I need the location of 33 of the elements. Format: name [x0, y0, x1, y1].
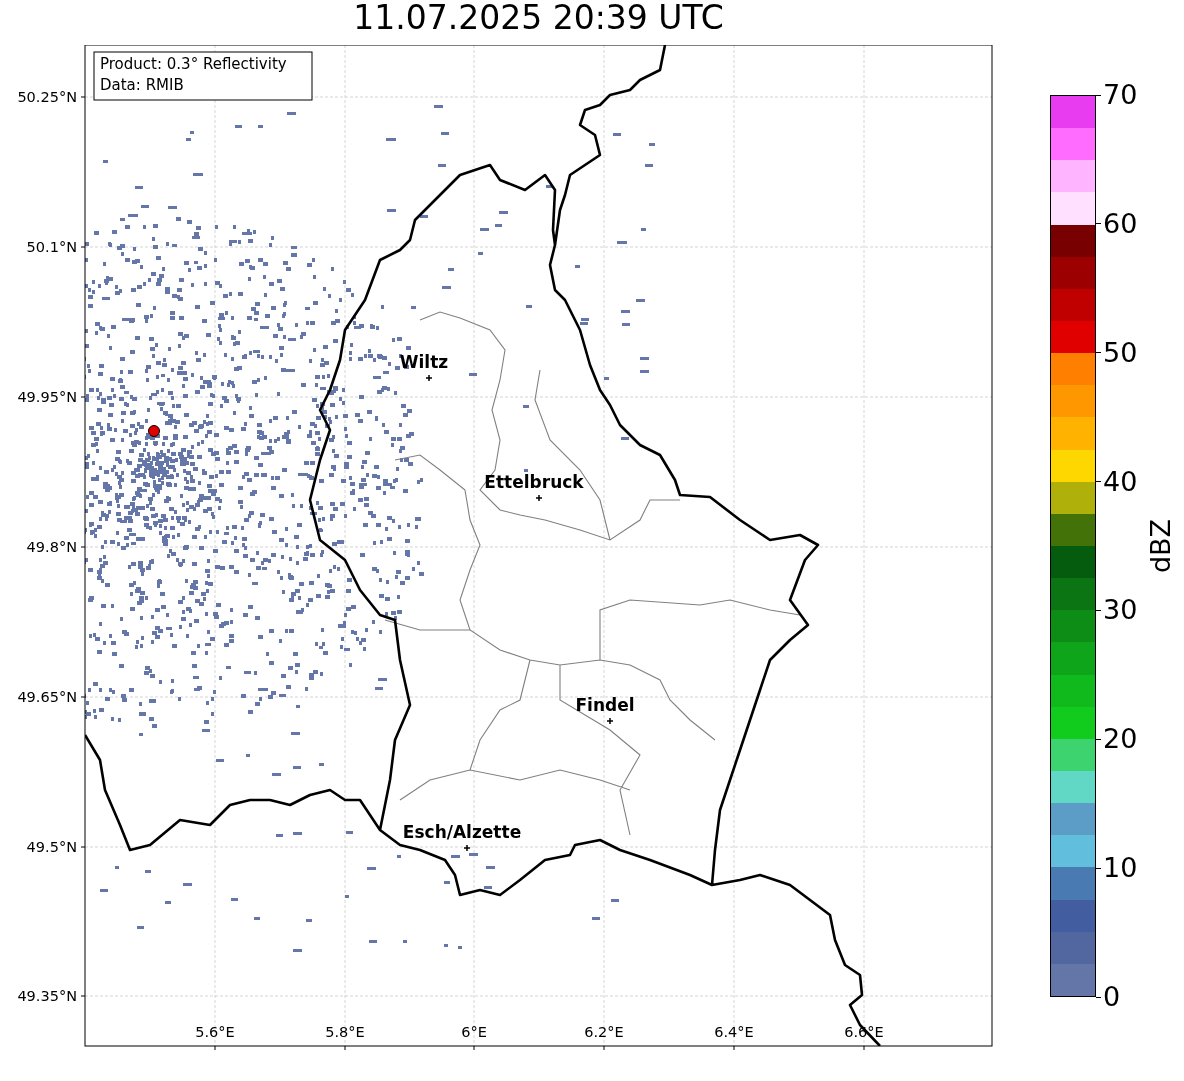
- city-label: Ettelbruck: [484, 472, 584, 492]
- info-text: Data: RMIB: [100, 76, 184, 94]
- longitude-label: 5.6°E: [195, 1024, 235, 1040]
- latitude-label: 49.65°N: [17, 689, 77, 705]
- radar-site-marker: [148, 425, 160, 437]
- colorbar-tick-label: 10: [1103, 853, 1138, 884]
- city-marker-icon: [425, 374, 433, 382]
- colorbar-tick-label: 50: [1103, 337, 1138, 368]
- plot-title: 11.07.2025 20:39 UTC: [353, 0, 724, 39]
- colorbar-label: dBZ: [1146, 518, 1176, 574]
- info-text: Product: 0.3° Reflectivity: [100, 55, 287, 73]
- city-label: Esch/Alzette: [402, 822, 522, 842]
- latitude-label: 49.95°N: [17, 389, 77, 405]
- city-label: Findel: [575, 695, 635, 715]
- city-marker-icon: [463, 844, 471, 852]
- latitude-label: 49.8°N: [26, 539, 77, 555]
- colorbar-tick-label: 60: [1103, 208, 1138, 239]
- latitude-label: 49.35°N: [17, 988, 77, 1004]
- colorbar-tick-label: 70: [1103, 80, 1138, 110]
- colorbar-tick-label: 30: [1103, 595, 1138, 626]
- colorbar-tick-label: 0: [1103, 982, 1121, 1012]
- city-marker-icon: [606, 717, 614, 725]
- latitude-label: 50.25°N: [17, 89, 77, 105]
- city-marker-icon: [535, 494, 543, 502]
- latitude-label: 50.1°N: [26, 239, 77, 255]
- colorbar-tick-label: 40: [1103, 466, 1138, 497]
- colorbar-tick-label: 20: [1103, 724, 1138, 755]
- longitude-label: 6.4°E: [714, 1024, 754, 1040]
- latitude-label: 49.5°N: [26, 839, 77, 855]
- longitude-label: 6.2°E: [584, 1024, 624, 1040]
- city-label: Wiltz: [399, 352, 449, 372]
- longitude-label: 5.8°E: [325, 1024, 365, 1040]
- longitude-label: 6°E: [461, 1024, 487, 1040]
